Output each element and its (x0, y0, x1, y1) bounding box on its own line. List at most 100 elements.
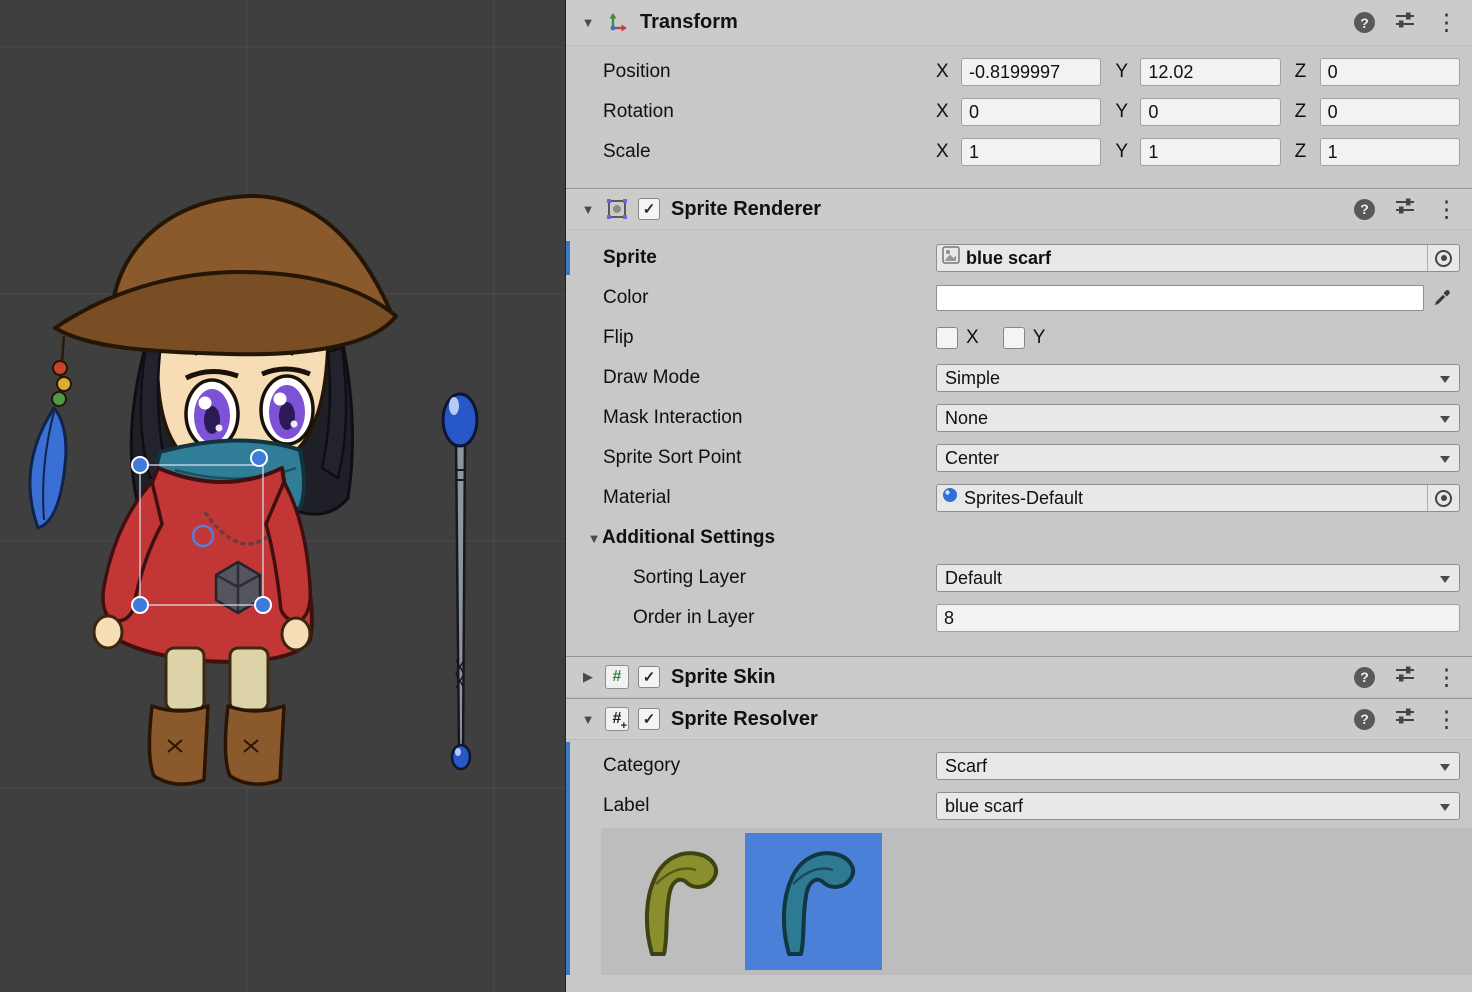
rotation-z-input[interactable] (1320, 98, 1460, 126)
mask-interaction-row: Mask Interaction None (566, 398, 1472, 438)
row-label: Draw Mode (603, 367, 936, 389)
object-picker-icon[interactable] (1427, 245, 1459, 271)
scene-view[interactable] (0, 0, 565, 992)
presets-icon[interactable] (1394, 196, 1416, 222)
mask-interaction-dropdown[interactable]: None (936, 404, 1460, 432)
help-icon[interactable]: ? (1354, 12, 1375, 33)
dropdown-value: Default (945, 568, 1002, 589)
foldout-open-icon[interactable]: ▼ (580, 15, 596, 30)
eyedropper-icon[interactable] (1424, 288, 1460, 308)
selection-handle-bottom-left[interactable] (132, 597, 148, 613)
axis-label-x: X (936, 61, 961, 83)
material-icon (942, 487, 958, 509)
row-label: Rotation (603, 101, 936, 123)
axis-label-z: Z (1295, 141, 1320, 163)
scale-y-input[interactable] (1140, 138, 1280, 166)
material-row: Material Sprites-Default (566, 478, 1472, 518)
category-row: Category Scarf (566, 746, 1472, 786)
kebab-menu-icon[interactable]: ⋮ (1435, 198, 1458, 221)
kebab-menu-icon[interactable]: ⋮ (1435, 11, 1458, 34)
sprite-renderer-component: ▼ ✓ Sprite Renderer ? (566, 188, 1472, 656)
help-icon[interactable]: ? (1354, 199, 1375, 220)
axis-label-y: Y (1115, 61, 1140, 83)
unity-editor-window: ▼ Transform ? (0, 0, 1472, 992)
category-dropdown[interactable]: Scarf (936, 752, 1460, 780)
sprite-sort-point-row: Sprite Sort Point Center (566, 438, 1472, 478)
dropdown-value: Center (945, 448, 999, 469)
rotation-y-input[interactable] (1140, 98, 1280, 126)
dropdown-value: Scarf (945, 756, 987, 777)
presets-icon[interactable] (1394, 706, 1416, 732)
component-enabled-checkbox[interactable]: ✓ (638, 708, 660, 730)
object-picker-icon[interactable] (1427, 485, 1459, 511)
component-title: Sprite Renderer (671, 198, 821, 221)
draw-mode-dropdown[interactable]: Simple (936, 364, 1460, 392)
sprite-renderer-header[interactable]: ▼ ✓ Sprite Renderer ? (566, 188, 1472, 230)
help-icon[interactable]: ? (1354, 709, 1375, 730)
presets-icon[interactable] (1394, 664, 1416, 690)
selection-handle-top-right[interactable] (251, 450, 267, 466)
material-object-field[interactable]: Sprites-Default (936, 484, 1460, 512)
kebab-menu-icon[interactable]: ⋮ (1435, 666, 1458, 689)
character-sprite[interactable] (30, 196, 396, 784)
row-label: Scale (603, 141, 936, 163)
flip-y-checkbox[interactable] (1003, 327, 1025, 349)
inspector-panel: ▼ Transform ? (565, 0, 1472, 992)
additional-settings-row[interactable]: ▼ Additional Settings (566, 518, 1472, 558)
row-label: Label (603, 795, 936, 817)
order-in-layer-input[interactable] (936, 604, 1460, 632)
axis-label-y: Y (1115, 101, 1140, 123)
foldout-open-icon[interactable]: ▼ (586, 531, 602, 546)
staff-sprite[interactable] (443, 394, 477, 769)
selection-handle-top-left[interactable] (132, 457, 148, 473)
selection-handle-bottom-right[interactable] (255, 597, 271, 613)
axis-label-y: Y (1115, 141, 1140, 163)
color-row: Color (566, 278, 1472, 318)
dropdown-value: Simple (945, 368, 1000, 389)
position-row: Position X Y Z (566, 52, 1472, 92)
row-label: Color (603, 287, 936, 309)
component-title: Sprite Resolver (671, 708, 818, 731)
position-y-input[interactable] (1140, 58, 1280, 86)
component-title: Sprite Skin (671, 666, 775, 689)
row-label: Order in Layer (633, 607, 936, 629)
sprite-skin-header[interactable]: ▶ # ✓ Sprite Skin ? (566, 656, 1472, 698)
transform-header[interactable]: ▼ Transform ? (566, 0, 1472, 46)
foldout-open-icon[interactable]: ▼ (580, 202, 596, 217)
sprite-sort-point-dropdown[interactable]: Center (936, 444, 1460, 472)
component-enabled-checkbox[interactable]: ✓ (638, 198, 660, 220)
material-object-name: Sprites-Default (964, 488, 1083, 509)
position-x-input[interactable] (961, 58, 1101, 86)
sprite-renderer-icon (605, 197, 629, 221)
sprite-object-name: blue scarf (966, 248, 1051, 269)
kebab-menu-icon[interactable]: ⋮ (1435, 708, 1458, 731)
foldout-closed-icon[interactable]: ▶ (580, 669, 596, 685)
sprite-object-field[interactable]: blue scarf (936, 244, 1460, 272)
flip-x-checkbox[interactable] (936, 327, 958, 349)
scene-canvas[interactable] (0, 0, 565, 992)
component-enabled-checkbox[interactable]: ✓ (638, 666, 660, 688)
additional-settings-label: Additional Settings (602, 527, 775, 549)
order-in-layer-row: Order in Layer (566, 598, 1472, 638)
color-swatch[interactable] (936, 285, 1424, 311)
sprite-skin-component: ▶ # ✓ Sprite Skin ? (566, 656, 1472, 698)
scale-z-input[interactable] (1320, 138, 1460, 166)
rotation-row: Rotation X Y Z (566, 92, 1472, 132)
dropdown-value: blue scarf (945, 796, 1023, 817)
component-title: Transform (640, 11, 738, 34)
presets-icon[interactable] (1394, 10, 1416, 36)
rotation-x-input[interactable] (961, 98, 1101, 126)
sprite-resolver-header[interactable]: ▼ #+ ✓ Sprite Resolver ? (566, 698, 1472, 740)
flip-row: Flip X Y (566, 318, 1472, 358)
sprite-skin-icon: # (605, 665, 629, 689)
thumbnail-green-scarf[interactable] (608, 833, 745, 970)
prefab-override-bar (566, 241, 570, 275)
help-icon[interactable]: ? (1354, 667, 1375, 688)
foldout-open-icon[interactable]: ▼ (580, 712, 596, 727)
label-dropdown[interactable]: blue scarf (936, 792, 1460, 820)
sorting-layer-dropdown[interactable]: Default (936, 564, 1460, 592)
scale-x-input[interactable] (961, 138, 1101, 166)
thumbnail-blue-scarf[interactable] (745, 833, 882, 970)
sprite-variant-list (601, 828, 1472, 975)
position-z-input[interactable] (1320, 58, 1460, 86)
